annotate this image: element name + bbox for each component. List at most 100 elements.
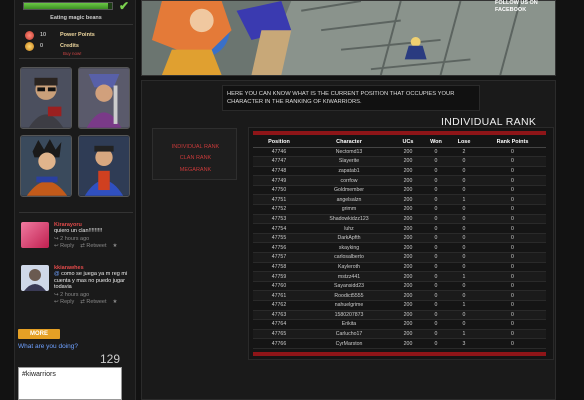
character-cell[interactable]: Goldmember [305,185,393,196]
position-cell: 47765 [253,329,305,340]
xp-bar [23,2,113,10]
won-cell: 0 [423,242,449,254]
won-cell: 0 [423,281,449,292]
ucs-cell: 200 [393,319,423,330]
character-cell[interactable]: Kayleroth [305,262,393,273]
rank-points-cell: 0 [479,233,546,244]
info-text-line-2: CHARACTER IN THE RANKING OF KIWARRIORS. [227,99,362,105]
rank-points-cell: 0 [479,156,546,167]
rank-points-cell: 0 [479,147,546,158]
power-points-icon [25,30,34,40]
reply-link[interactable]: ↩ Reply [54,243,74,249]
lose-cell: 0 [449,319,479,330]
table-row: 47763 1580207873 200 0 0 0 [253,310,546,321]
ucs-cell: 200 [393,214,423,225]
table-row: 47753 Shadowkidzz123 200 0 0 0 [253,214,546,225]
won-cell: 0 [423,310,449,321]
character-cell[interactable]: grimm [305,204,393,215]
rank-menu: INDIVIDUAL RANK CLAN RANK MEGARANK [152,128,237,180]
info-text-line-1: HERE YOU CAN KNOW WHAT IS THE CURRENT PO… [227,91,455,97]
character-cell[interactable]: skayking [305,242,393,254]
table-row: 47759 mstzz441 200 0 1 0 [253,271,546,282]
rank-points-cell: 0 [479,290,546,301]
star-icon[interactable]: ★ [113,299,118,305]
character-cell[interactable]: Sayansidd23 [305,281,393,292]
rank-points-cell: 0 [479,242,546,254]
character-cell[interactable]: DarkApfth [305,233,393,244]
rank-points-cell: 0 [479,271,546,282]
star-icon[interactable]: ★ [113,243,118,249]
ucs-cell: 200 [393,233,423,244]
tweet-text: @ como se juega ya m reg mi cuenta y mas… [54,271,128,290]
lose-cell: 0 [449,156,479,167]
lose-cell: 0 [449,252,479,263]
position-cell: 47749 [253,175,305,186]
character-portrait-4[interactable] [78,135,130,197]
position-cell: 47755 [253,233,305,244]
table-row: 47757 carlosalberto 200 0 0 0 [253,252,546,263]
won-cell: 0 [423,166,449,177]
menu-item-megarank[interactable]: MEGARANK [153,167,238,173]
character-portrait-3[interactable] [20,135,72,197]
lose-cell: 1 [449,194,479,206]
won-cell: 0 [423,223,449,234]
more-button[interactable]: MORE [18,329,60,339]
table-top-bar [253,131,546,135]
table-row: 47748 zapatab1 200 0 0 0 [253,166,546,177]
ucs-cell: 200 [393,185,423,196]
position-cell: 47757 [253,252,305,263]
xp-bar-fill [24,3,108,9]
character-cell[interactable]: luhz [305,223,393,234]
sidebar: ✔ Eating magic beans 10 Power Points 0 C… [14,0,136,400]
table-row: 47750 Goldmember 200 0 0 0 [253,185,546,196]
character-cell[interactable]: CyrMarston [305,338,393,349]
character-cell[interactable]: angelsalzn [305,194,393,206]
menu-item-individual-rank[interactable]: INDIVIDUAL RANK [153,144,238,150]
character-cell[interactable]: 1580207873 [305,310,393,321]
character-cell[interactable]: Erikita [305,319,393,330]
character-portrait-1[interactable] [20,67,72,129]
lose-cell: 0 [449,214,479,225]
retweet-link[interactable]: ⇄ Retweet [80,243,106,249]
retweet-link[interactable]: ⇄ Retweet [80,299,106,305]
character-cell[interactable]: Carlucho17 [305,329,393,340]
menu-item-clan-rank[interactable]: CLAN RANK [153,155,238,161]
lose-cell: 0 [449,166,479,177]
won-cell: 0 [423,147,449,158]
lose-cell: 1 [449,300,479,311]
won-cell: 0 [423,194,449,206]
won-cell: 0 [423,252,449,263]
character-cell[interactable]: nahuelgrime [305,300,393,311]
ucs-cell: 200 [393,156,423,167]
character-cell[interactable]: zapatab1 [305,166,393,177]
position-cell: 47760 [253,281,305,292]
tweet-input[interactable]: #kiwarriors [18,367,122,400]
divider [19,212,133,213]
buy-credits-link[interactable]: Buy now! [63,51,82,56]
check-icon: ✔ [118,0,129,13]
position-cell: 47750 [253,185,305,196]
char-count: 129 [100,352,121,366]
character-cell[interactable]: Roodict5555 [305,290,393,301]
table-row: 47752 grimm 200 0 0 0 [253,204,546,215]
character-portrait-2[interactable] [78,67,130,129]
tweet-text: quiero un clan!!!!!!!!! [54,228,103,234]
won-cell: 0 [423,300,449,311]
ucs-cell: 200 [393,194,423,206]
avatar [21,222,49,248]
position-cell: 47761 [253,290,305,301]
character-cell[interactable]: mstzz441 [305,271,393,282]
position-cell: 47763 [253,310,305,321]
position-cell: 47752 [253,204,305,215]
character-cell[interactable]: Shadowkidzz123 [305,214,393,225]
facebook-follow-link[interactable]: FOLLOW US ON FACEBOOK [495,0,565,14]
won-cell: 0 [423,233,449,244]
character-cell[interactable]: carlosalberto [305,252,393,263]
rank-points-cell: 0 [479,252,546,263]
character-cell[interactable]: Slayerite [305,156,393,167]
character-cell[interactable]: corrfow [305,175,393,186]
rank-points-cell: 0 [479,175,546,186]
character-cell[interactable]: Nectomd13 [305,147,393,158]
table-row: 47766 CyrMarston 200 0 3 0 [253,338,546,349]
reply-link[interactable]: ↩ Reply [54,299,74,305]
